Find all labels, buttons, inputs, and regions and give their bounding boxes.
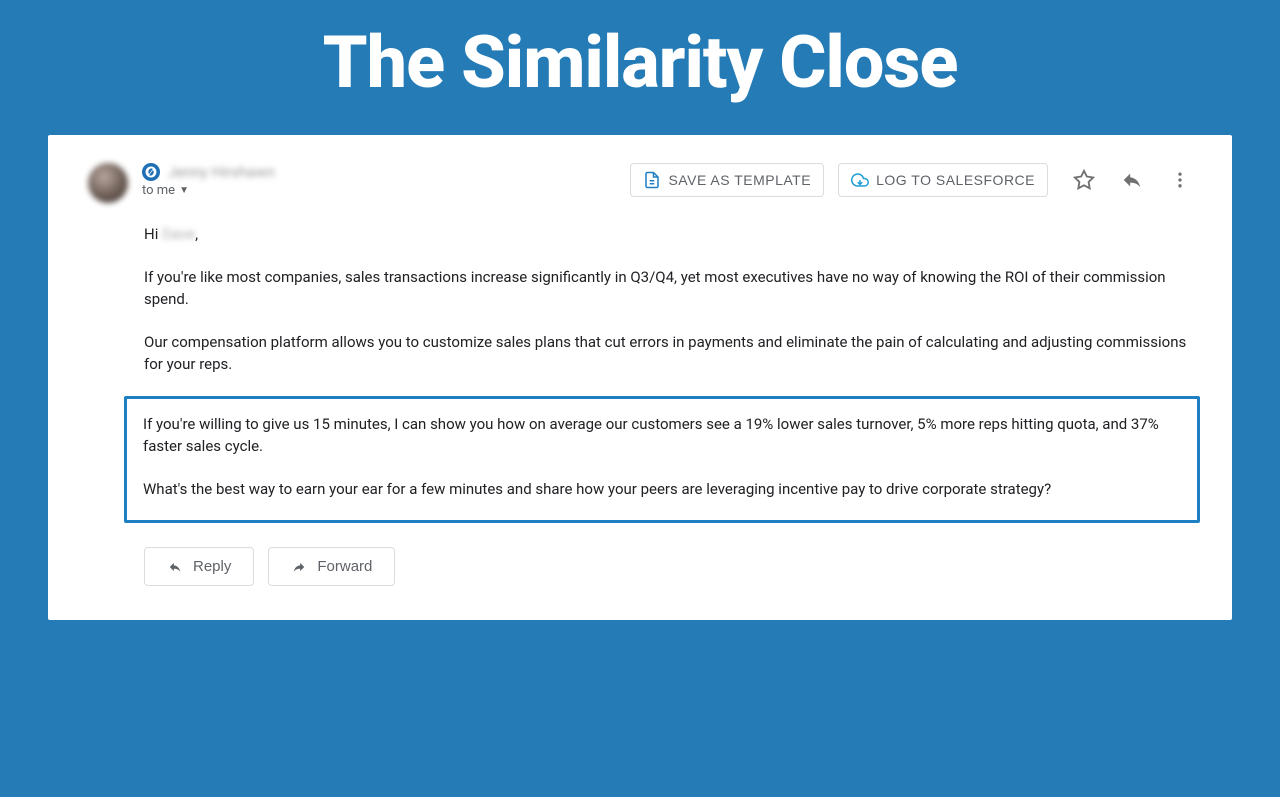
document-icon — [643, 171, 661, 189]
log-salesforce-label: LOG TO SALESFORCE — [876, 172, 1035, 188]
body-paragraph-2: Our compensation platform allows you to … — [144, 331, 1192, 376]
body-paragraph-3: If you're willing to give us 15 minutes,… — [143, 413, 1181, 458]
email-footer: Reply Forward — [144, 547, 1192, 586]
forward-arrow-icon — [291, 560, 307, 574]
email-body: Hi Dave, If you're like most companies, … — [144, 223, 1192, 523]
chevron-down-icon: ▼ — [179, 185, 189, 196]
email-card: Jenny Hirshawn to me ▼ SAVE AS TEMPLATE — [48, 135, 1232, 620]
email-header: Jenny Hirshawn to me ▼ SAVE AS TEMPLATE — [88, 163, 1192, 203]
save-template-button[interactable]: SAVE AS TEMPLATE — [630, 163, 824, 197]
sender-name: Jenny Hirshawn — [168, 163, 275, 181]
body-paragraph-4: What's the best way to earn your ear for… — [143, 478, 1181, 501]
reply-arrow-icon — [167, 560, 183, 574]
cloud-icon — [851, 171, 869, 189]
sender-brand-icon — [142, 163, 160, 181]
header-actions: SAVE AS TEMPLATE LOG TO SALESFORCE — [630, 163, 1192, 197]
forward-button[interactable]: Forward — [268, 547, 395, 586]
greeting-prefix: Hi — [144, 225, 162, 243]
highlight-box: If you're willing to give us 15 minutes,… — [124, 396, 1200, 524]
greeting-name: Dave — [162, 223, 195, 246]
body-paragraph-1: If you're like most companies, sales tra… — [144, 266, 1192, 311]
recipient-label: to me — [142, 183, 175, 198]
reply-icon[interactable] — [1120, 168, 1144, 192]
forward-label: Forward — [317, 558, 372, 575]
more-icon[interactable] — [1168, 168, 1192, 192]
sender-avatar[interactable] — [88, 163, 128, 203]
save-template-label: SAVE AS TEMPLATE — [668, 172, 811, 188]
log-salesforce-button[interactable]: LOG TO SALESFORCE — [838, 163, 1048, 197]
reply-button[interactable]: Reply — [144, 547, 254, 586]
reply-label: Reply — [193, 558, 231, 575]
greeting-suffix: , — [195, 225, 198, 243]
page-title: The Similarity Close — [0, 0, 1280, 135]
star-icon[interactable] — [1072, 168, 1096, 192]
greeting-line: Hi Dave, — [144, 223, 1192, 246]
